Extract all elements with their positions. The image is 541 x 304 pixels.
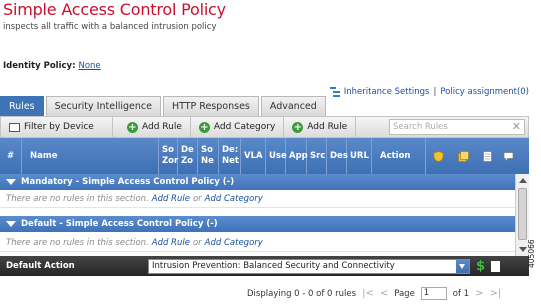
search-rules-input[interactable]: Search Rules ✕: [389, 119, 525, 135]
tab-rules[interactable]: Rules: [0, 96, 44, 116]
tab-http-responses[interactable]: HTTP Responses: [162, 96, 259, 116]
inheritance-settings-link[interactable]: Inheritance Settings: [344, 87, 430, 97]
section-mandatory[interactable]: Mandatory - Simple Access Control Policy…: [0, 174, 515, 190]
prev-page-icon[interactable]: <: [380, 288, 388, 299]
page-of-total: of 1: [452, 288, 470, 299]
tab-security-intelligence[interactable]: Security Intelligence: [45, 96, 161, 116]
add-category-button[interactable]: + Add Category: [191, 117, 285, 137]
col-dest-networks-line2: Net: [222, 156, 239, 166]
device-icon: [9, 122, 20, 132]
col-dest-networks-line1: De:: [222, 145, 239, 155]
col-number[interactable]: #: [0, 138, 22, 174]
col-dest-ports[interactable]: Des: [327, 138, 348, 174]
section-default[interactable]: Default - Simple Access Control Policy (…: [0, 216, 515, 232]
comments-icon[interactable]: [503, 151, 514, 162]
default-action-label: Default Action: [6, 261, 75, 271]
col-dest-zones[interactable]: De Zo: [178, 138, 198, 174]
col-dest-networks[interactable]: De: Net: [219, 138, 241, 174]
rules-toolbar: Filter by Device + Add Rule + Add Catego…: [0, 116, 529, 138]
figure-number: 405066: [527, 239, 536, 268]
policy-assignment-link[interactable]: Policy assignment(0): [440, 87, 529, 97]
add-category-label: Add Category: [213, 122, 276, 132]
identity-policy: Identity Policy: None: [3, 61, 101, 71]
col-source-networks-line2: Ne: [201, 156, 214, 166]
identity-policy-label: Identity Policy:: [3, 61, 76, 71]
col-source-networks[interactable]: So Ne: [198, 138, 219, 174]
logging-icon[interactable]: [482, 151, 493, 162]
policy-tabs: Rules Security Intelligence HTTP Respons…: [0, 96, 328, 116]
inheritance-bar: Inheritance Settings | Policy assignment…: [329, 87, 529, 97]
file-policy-icon[interactable]: [458, 151, 469, 162]
section-default-label: Default - Simple Access Control Policy (…: [21, 219, 218, 229]
last-page-icon[interactable]: >|: [490, 288, 502, 299]
col-source-zones-line1: So: [162, 145, 174, 155]
add-category-link[interactable]: Add Category: [205, 194, 263, 204]
pagination: Displaying 0 - 0 of 0 rules |< < Page 1 …: [247, 287, 501, 300]
scroll-up-icon[interactable]: [519, 178, 527, 183]
default-action-select[interactable]: Intrusion Prevention: Balanced Security …: [148, 258, 470, 274]
page-number-input[interactable]: 1: [420, 287, 447, 300]
col-source-networks-line1: So: [201, 145, 213, 155]
collapse-triangle-icon[interactable]: [6, 179, 16, 185]
add-rule-link[interactable]: Add Rule: [152, 238, 190, 248]
add-category-link[interactable]: Add Category: [205, 238, 263, 248]
default-action-value: Intrusion Prevention: Balanced Security …: [152, 260, 395, 271]
col-action[interactable]: Action: [372, 138, 426, 174]
add-icon: +: [292, 121, 304, 133]
or-text: or: [192, 237, 202, 248]
col-applications[interactable]: App: [286, 138, 308, 174]
tab-advanced[interactable]: Advanced: [260, 96, 326, 116]
add-rule-link[interactable]: Add Rule: [152, 194, 190, 204]
empty-message: There are no rules in this section.: [6, 237, 149, 248]
col-dest-zones-line1: De: [181, 145, 194, 155]
scroll-down-icon[interactable]: [519, 247, 527, 252]
col-urls[interactable]: URL: [347, 138, 372, 174]
add-icon: +: [198, 121, 210, 133]
default-action-bar: Default Action Intrusion Prevention: Bal…: [0, 256, 529, 276]
empty-message: There are no rules in this section.: [6, 193, 149, 204]
add-rule-button-2[interactable]: + Add Rule: [284, 117, 357, 137]
page-subtitle: inspects all traffic with a balanced int…: [3, 22, 217, 32]
col-vlan[interactable]: VLA: [241, 138, 266, 174]
first-page-icon[interactable]: |<: [362, 288, 374, 299]
add-rule-button[interactable]: + Add Rule: [119, 117, 191, 137]
logging-icon[interactable]: [491, 260, 501, 272]
add-rule-label: Add Rule: [142, 122, 182, 132]
col-name[interactable]: Name: [22, 138, 159, 174]
ips-policy-icon[interactable]: [433, 151, 444, 162]
section-mandatory-label: Mandatory - Simple Access Control Policy…: [21, 177, 235, 187]
chevron-down-icon[interactable]: [456, 259, 469, 273]
col-source-zones-line2: Zor: [162, 156, 179, 166]
col-source-ports[interactable]: Src: [307, 138, 327, 174]
page-title: Simple Access Control Policy: [3, 0, 226, 19]
page-label: Page: [394, 288, 415, 299]
col-source-zones[interactable]: So Zor: [159, 138, 178, 174]
add-icon: +: [127, 121, 138, 133]
section-mandatory-empty: There are no rules in this section. Add …: [0, 190, 515, 208]
col-users[interactable]: Use: [266, 138, 287, 174]
filter-by-device-label: Filter by Device: [24, 122, 94, 132]
rules-table-header: # Name So Zor De Zo So Ne De: Net VLA Use Ap…: [0, 138, 529, 174]
identity-policy-link[interactable]: None: [78, 61, 100, 71]
link-separator: |: [433, 87, 437, 97]
collapse-triangle-icon[interactable]: [6, 221, 16, 227]
next-page-icon[interactable]: >: [475, 288, 483, 299]
or-text: or: [192, 193, 202, 204]
filter-by-device-button[interactable]: Filter by Device: [1, 117, 113, 137]
inheritance-icon: [329, 87, 340, 97]
section-default-empty: There are no rules in this section. Add …: [0, 234, 515, 252]
search-placeholder: Search Rules: [393, 122, 448, 132]
scroll-thumb[interactable]: [518, 188, 527, 240]
col-dest-zones-line2: Zo: [181, 156, 194, 166]
displaying-count: Displaying 0 - 0 of 0 rules: [247, 288, 357, 299]
variable-set-icon[interactable]: $: [476, 259, 485, 274]
clear-search-icon[interactable]: ✕: [512, 120, 521, 134]
add-rule-label-2: Add Rule: [307, 122, 348, 132]
